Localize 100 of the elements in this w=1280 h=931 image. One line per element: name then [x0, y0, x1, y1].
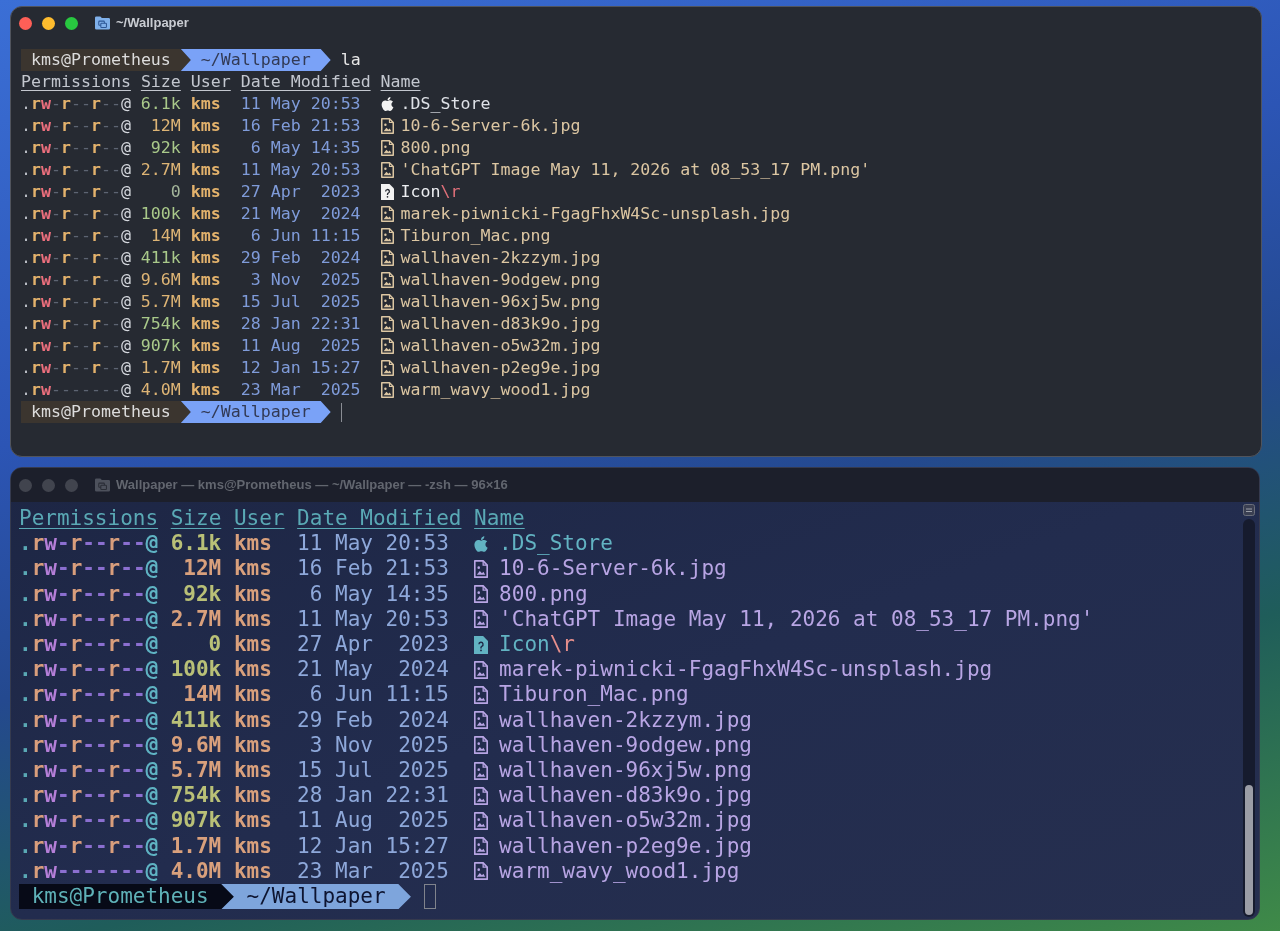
file-name: .DS_Store [400, 93, 491, 115]
permissions-text: .rw-r--r--@ [19, 531, 159, 557]
file-name: Tiburon_Mac.png [499, 682, 689, 708]
file-size: 6.1k [140, 93, 181, 115]
owner-name: kms [190, 225, 221, 247]
owner-name: kms [190, 357, 221, 379]
owner-name: kms [233, 606, 272, 632]
file-size: 5.7M [140, 291, 181, 313]
zoom-button[interactable] [65, 16, 78, 30]
file-name: 800.png [400, 137, 471, 159]
modified-time: 21:53 [310, 115, 361, 137]
modified-date: 6 May [250, 137, 301, 159]
file-name: 10-6-Server-6k.jpg [400, 115, 581, 137]
modified-date: 6 Jun [250, 225, 301, 247]
modified-date: 16 Feb [297, 556, 373, 582]
image-file-icon [474, 786, 489, 805]
command-text: la [340, 49, 361, 71]
file-size: 12M [150, 115, 181, 137]
modified-time: 2024 [398, 707, 449, 733]
image-file-icon [474, 585, 489, 604]
permissions-text: .rw-r--r--@ [21, 203, 131, 225]
scrollbar-thumb[interactable] [1245, 785, 1253, 915]
prompt-user-segment: kms@Prometheus [21, 401, 191, 423]
question-file-icon [474, 635, 489, 654]
file-size: 1.7M [140, 357, 181, 379]
owner-name: kms [190, 159, 221, 181]
owner-name: kms [233, 758, 272, 784]
modified-date: 11 Aug [297, 808, 373, 834]
image-file-icon [380, 272, 394, 288]
owner-name: kms [233, 858, 272, 885]
modified-date: 6 May [309, 581, 373, 607]
modified-date: 11 Aug [240, 335, 301, 357]
owner-name: kms [233, 531, 272, 557]
file-name: warm_wavy_wood1.jpg [499, 858, 740, 885]
file-size: 0 [208, 632, 222, 658]
file-name: wallhaven-96xj5w.png [499, 758, 752, 784]
image-file-icon [380, 250, 394, 266]
column-header: Date Modified [297, 506, 462, 532]
permissions-text: .rw-r--r--@ [19, 556, 159, 582]
permissions-text: .rw-r--r--@ [19, 657, 159, 683]
modified-time: 2025 [320, 291, 361, 313]
modified-date: 11 May [297, 531, 373, 557]
modified-date: 23 Mar [297, 858, 373, 885]
image-file-icon [474, 686, 489, 704]
permissions-text: .rw-r--r--@ [19, 581, 159, 607]
image-file-icon [380, 162, 394, 178]
image-file-icon [474, 610, 489, 629]
file-size: 2.7M [170, 606, 222, 632]
modified-time: 2025 [398, 758, 449, 784]
file-size: 14M [150, 225, 181, 247]
permissions-text: .rw-r--r--@ [21, 93, 131, 115]
image-file-icon [474, 761, 489, 780]
modified-time: 15:27 [385, 833, 449, 859]
permissions-text: .rw-r--r--@ [21, 291, 131, 313]
file-size: 754k [140, 313, 181, 335]
file-name: wallhaven-2kzzym.jpg [400, 247, 601, 269]
permissions-text: .rw-r--r--@ [19, 758, 159, 784]
owner-name: kms [233, 732, 272, 759]
image-file-icon [380, 338, 394, 354]
modified-time: 2024 [320, 203, 361, 225]
owner-name: kms [233, 657, 272, 683]
permissions-text: .rw-r--r--@ [21, 137, 131, 159]
split-pane-icon[interactable] [1243, 504, 1255, 516]
scrollbar-track[interactable] [1243, 519, 1255, 917]
owner-name: kms [190, 115, 221, 137]
modified-time: 14:35 [310, 137, 361, 159]
modified-date: 28 Jan [297, 783, 373, 809]
owner-name: kms [233, 556, 272, 582]
image-file-icon [380, 140, 394, 156]
file-size: 411k [140, 247, 181, 269]
owner-name: kms [190, 203, 221, 225]
modified-date: 15 Jul [297, 758, 373, 784]
permissions-text: .rw-r--r--@ [19, 783, 159, 809]
file-size: 411k [170, 707, 222, 733]
image-file-icon [474, 812, 489, 831]
file-name: wallhaven-d83k9o.jpg [400, 313, 601, 335]
file-size: 0 [170, 181, 181, 203]
file-name: wallhaven-9odgew.png [400, 269, 601, 291]
file-name: wallhaven-2kzzym.jpg [499, 707, 752, 733]
owner-name: kms [190, 313, 221, 335]
owner-name: kms [233, 808, 272, 834]
modified-date: 21 May [240, 203, 301, 225]
file-size: 92k [150, 137, 181, 159]
owner-name: kms [190, 335, 221, 357]
modified-date: 28 Jan [240, 313, 301, 335]
column-header: Size [170, 506, 222, 532]
image-file-icon [380, 294, 394, 310]
file-name: marek-piwnicki-FgagFhxW4Sc-unsplash.jpg [400, 203, 791, 225]
prompt-path-segment: ~/Wallpaper [180, 401, 331, 423]
permissions-text: .rw-r--r--@ [21, 335, 131, 357]
modified-time: 15:27 [310, 357, 361, 379]
modified-time: 20:53 [385, 531, 449, 557]
owner-name: kms [233, 833, 272, 859]
column-header: Name [474, 506, 525, 532]
file-size: 907k [170, 808, 222, 834]
permissions-text: .rw-r--r--@ [21, 313, 131, 335]
modified-date: 11 May [240, 93, 301, 115]
minimize-button[interactable] [42, 16, 55, 30]
close-button[interactable] [19, 16, 32, 30]
file-name: .DS_Store [499, 531, 613, 557]
